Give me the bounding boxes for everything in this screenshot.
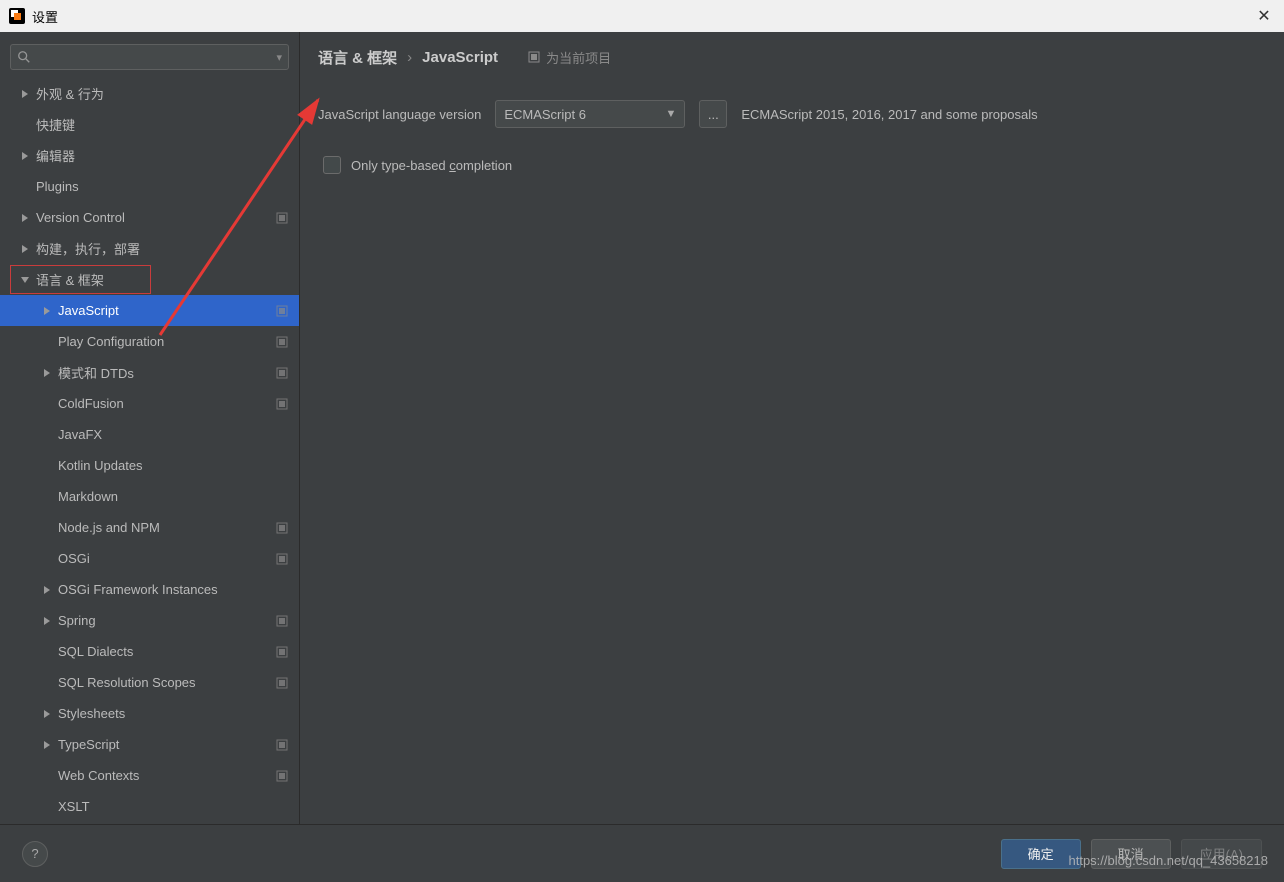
- project-scope-icon: [275, 521, 289, 535]
- tree-item-label: OSGi: [58, 551, 269, 566]
- tree-item-label: Play Configuration: [58, 334, 269, 349]
- settings-tree[interactable]: 外观 & 行为快捷键编辑器 Plugins Version Control 构建，执行…: [0, 78, 299, 824]
- tree-item-label: Markdown: [58, 489, 289, 504]
- tree-item[interactable]: TypeScript: [0, 729, 299, 760]
- project-scope-icon: [275, 645, 289, 659]
- tree-item[interactable]: 快捷键: [0, 109, 299, 140]
- tree-item[interactable]: Node.js and NPM: [0, 512, 299, 543]
- search-icon: [17, 50, 31, 64]
- tree-item-label: OSGi Framework Instances: [58, 582, 289, 597]
- project-scope-icon: [275, 397, 289, 411]
- tree-item[interactable]: Stylesheets: [0, 698, 299, 729]
- project-scope-icon: [275, 366, 289, 380]
- tree-item-label: 语言 & 框架: [36, 270, 289, 289]
- tree-arrow-icon: [18, 211, 32, 225]
- tree-item-label: Spring: [58, 613, 269, 628]
- sidebar: ▾ 外观 & 行为快捷键编辑器 Plugins Version Control 构建，…: [0, 32, 300, 824]
- project-scope-icon: [275, 304, 289, 318]
- chevron-right-icon: ›: [407, 49, 412, 66]
- help-button[interactable]: ?: [22, 841, 48, 867]
- tree-item-label: Plugins: [36, 179, 289, 194]
- search-input[interactable]: ▾: [10, 44, 289, 70]
- app-icon: [8, 7, 26, 25]
- tree-arrow-icon: [18, 87, 32, 101]
- tree-item-label: 外观 & 行为: [36, 84, 289, 103]
- breadcrumb: 语言 & 框架 › JavaScript 为当前项目: [318, 42, 1260, 72]
- tree-item-label: 编辑器: [36, 146, 289, 165]
- tree-item[interactable]: 构建，执行，部署: [0, 233, 299, 264]
- titlebar: 设置 ✕: [0, 0, 1284, 32]
- tree-item[interactable]: SQL Resolution Scopes: [0, 667, 299, 698]
- project-scope-icon: [275, 614, 289, 628]
- tree-item-label: JavaScript: [58, 303, 269, 318]
- tree-item[interactable]: Web Contexts: [0, 760, 299, 791]
- window-title: 设置: [32, 7, 58, 26]
- more-options-button[interactable]: ...: [699, 100, 727, 128]
- project-scope-label: 为当前项目: [528, 48, 611, 67]
- language-version-label: JavaScript language version: [318, 107, 481, 122]
- project-scope-icon: [275, 552, 289, 566]
- tree-item-label: 构建，执行，部署: [36, 239, 289, 258]
- tree-item-label: Version Control: [36, 210, 269, 225]
- tree-item-label: SQL Dialects: [58, 644, 269, 659]
- project-scope-icon: [275, 738, 289, 752]
- project-scope-icon: [275, 211, 289, 225]
- tree-arrow-icon: [40, 707, 54, 721]
- project-scope-icon: [275, 769, 289, 783]
- tree-item[interactable]: OSGi Framework Instances: [0, 574, 299, 605]
- language-version-select[interactable]: ECMAScript 6 ▼: [495, 100, 685, 128]
- tree-arrow-icon: [18, 273, 32, 287]
- tree-item-label: Stylesheets: [58, 706, 289, 721]
- tree-arrow-icon: [40, 738, 54, 752]
- tree-arrow-icon: [18, 149, 32, 163]
- tree-item-label: Web Contexts: [58, 768, 269, 783]
- breadcrumb-root[interactable]: 语言 & 框架: [318, 47, 397, 68]
- tree-item-label: ColdFusion: [58, 396, 269, 411]
- tree-arrow-icon: [40, 583, 54, 597]
- tree-item[interactable]: Play Configuration: [0, 326, 299, 357]
- tree-item-label: 模式和 DTDs: [58, 363, 269, 382]
- tree-item[interactable]: ColdFusion: [0, 388, 299, 419]
- tree-item-label: JavaFX: [58, 427, 289, 442]
- project-scope-icon: [275, 335, 289, 349]
- select-value: ECMAScript 6: [504, 107, 586, 122]
- type-based-completion-label: Only type-based completion: [351, 158, 512, 173]
- project-icon: [528, 51, 540, 63]
- tree-item-label: 快捷键: [36, 115, 289, 134]
- chevron-down-icon: ▼: [665, 108, 676, 120]
- tree-item[interactable]: OSGi: [0, 543, 299, 574]
- tree-item[interactable]: Plugins: [0, 171, 299, 202]
- tree-arrow-icon: [40, 366, 54, 380]
- tree-item[interactable]: Markdown: [0, 481, 299, 512]
- tree-item[interactable]: Version Control: [0, 202, 299, 233]
- watermark: https://blog.csdn.net/qq_43658218: [1069, 853, 1269, 868]
- tree-item[interactable]: 语言 & 框架: [0, 264, 299, 295]
- tree-item[interactable]: Kotlin Updates: [0, 450, 299, 481]
- tree-item-label: SQL Resolution Scopes: [58, 675, 269, 690]
- tree-item-label: Kotlin Updates: [58, 458, 289, 473]
- content-panel: 语言 & 框架 › JavaScript 为当前项目 JavaScript la…: [300, 32, 1284, 824]
- tree-item[interactable]: 外观 & 行为: [0, 78, 299, 109]
- tree-item-label: Node.js and NPM: [58, 520, 269, 535]
- tree-item[interactable]: 模式和 DTDs: [0, 357, 299, 388]
- tree-item[interactable]: XSLT: [0, 791, 299, 822]
- project-scope-icon: [275, 676, 289, 690]
- tree-item[interactable]: JavaFX: [0, 419, 299, 450]
- tree-item[interactable]: SQL Dialects: [0, 636, 299, 667]
- tree-item-label: XSLT: [58, 799, 289, 814]
- breadcrumb-leaf: JavaScript: [422, 49, 498, 66]
- tree-item[interactable]: 编辑器: [0, 140, 299, 171]
- tree-arrow-icon: [40, 304, 54, 318]
- tree-item[interactable]: Spring: [0, 605, 299, 636]
- version-description: ECMAScript 2015, 2016, 2017 and some pro…: [741, 107, 1037, 122]
- tree-item-label: TypeScript: [58, 737, 269, 752]
- tree-arrow-icon: [40, 614, 54, 628]
- type-based-completion-checkbox[interactable]: [323, 156, 341, 174]
- close-icon[interactable]: ✕: [1252, 6, 1276, 26]
- tree-arrow-icon: [18, 242, 32, 256]
- tree-item[interactable]: JavaScript: [0, 295, 299, 326]
